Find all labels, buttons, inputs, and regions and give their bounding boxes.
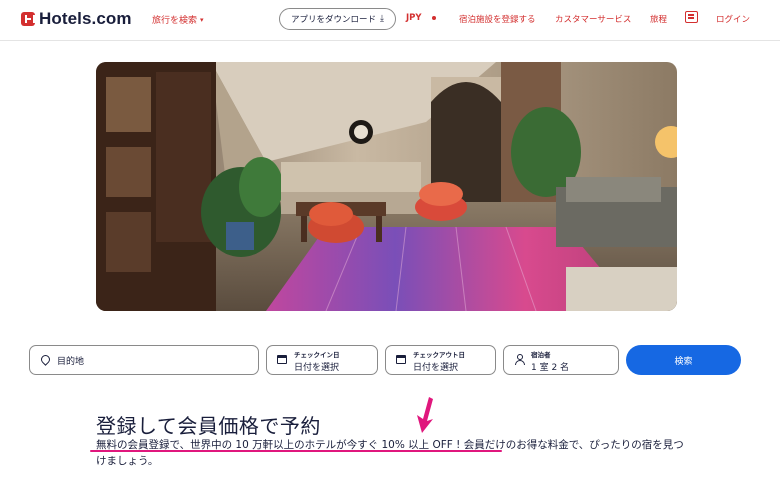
customer-service-link[interactable]: カスタマーサービス [555, 13, 631, 25]
search-button[interactable]: 検索 [626, 345, 741, 375]
calendar-icon [276, 354, 288, 366]
person-icon [513, 354, 525, 366]
currency-dot-icon [432, 16, 436, 20]
checkout-value: 日付を選択 [413, 363, 459, 373]
promo-body: 無料の会員登録で、世界中の 10 万軒以上のホテルが今すぐ 10% 以上 OFF… [96, 439, 684, 467]
chat-icon[interactable] [685, 11, 698, 23]
destination-field[interactable]: 目的地 [29, 345, 259, 375]
travelers-field[interactable]: 宿泊者 1 室 2 名 [503, 345, 619, 375]
list-property-link[interactable]: 宿泊施設を登録する [459, 13, 536, 25]
promo-title: 登録して会員価格で予約 [96, 414, 321, 438]
travelers-value: 1 室 2 名 [531, 363, 570, 373]
download-app-label: アプリをダウンロード [291, 15, 377, 25]
destination-placeholder: 目的地 [57, 357, 85, 367]
download-icon: ⤓ [380, 14, 384, 24]
checkin-label: チェックイン日 [294, 351, 340, 359]
hotels-logo[interactable]: Hotels.com [21, 9, 132, 29]
checkout-label: チェックアウト日 [413, 351, 465, 359]
top-header: Hotels.com 旅行を検索 ▾ アプリをダウンロード ⤓ JPY 宿泊施設… [0, 0, 780, 41]
login-link[interactable]: ログイン [716, 13, 750, 25]
map-pin-icon [38, 353, 52, 366]
currency-selector[interactable]: JPY [406, 13, 422, 23]
hero-image [96, 62, 677, 311]
hotels-logo-icon [21, 12, 35, 26]
checkout-date-field[interactable]: チェックアウト日 日付を選択 [385, 345, 496, 375]
calendar-icon [395, 354, 407, 366]
travelers-label: 宿泊者 [531, 351, 551, 359]
annotation-arrow-icon [417, 397, 433, 433]
checkin-value: 日付を選択 [294, 363, 340, 373]
download-app-button[interactable]: アプリをダウンロード ⤓ [279, 8, 396, 30]
trip-search-label: 旅行を検索 [152, 16, 198, 26]
trips-link[interactable]: 旅程 [650, 13, 667, 25]
chevron-down-icon: ▾ [200, 15, 204, 24]
annotation-underline [90, 450, 502, 452]
trip-search-menu[interactable]: 旅行を検索 ▾ [152, 13, 204, 27]
logo-text: Hotels.com [39, 9, 132, 28]
checkin-date-field[interactable]: チェックイン日 日付を選択 [266, 345, 378, 375]
